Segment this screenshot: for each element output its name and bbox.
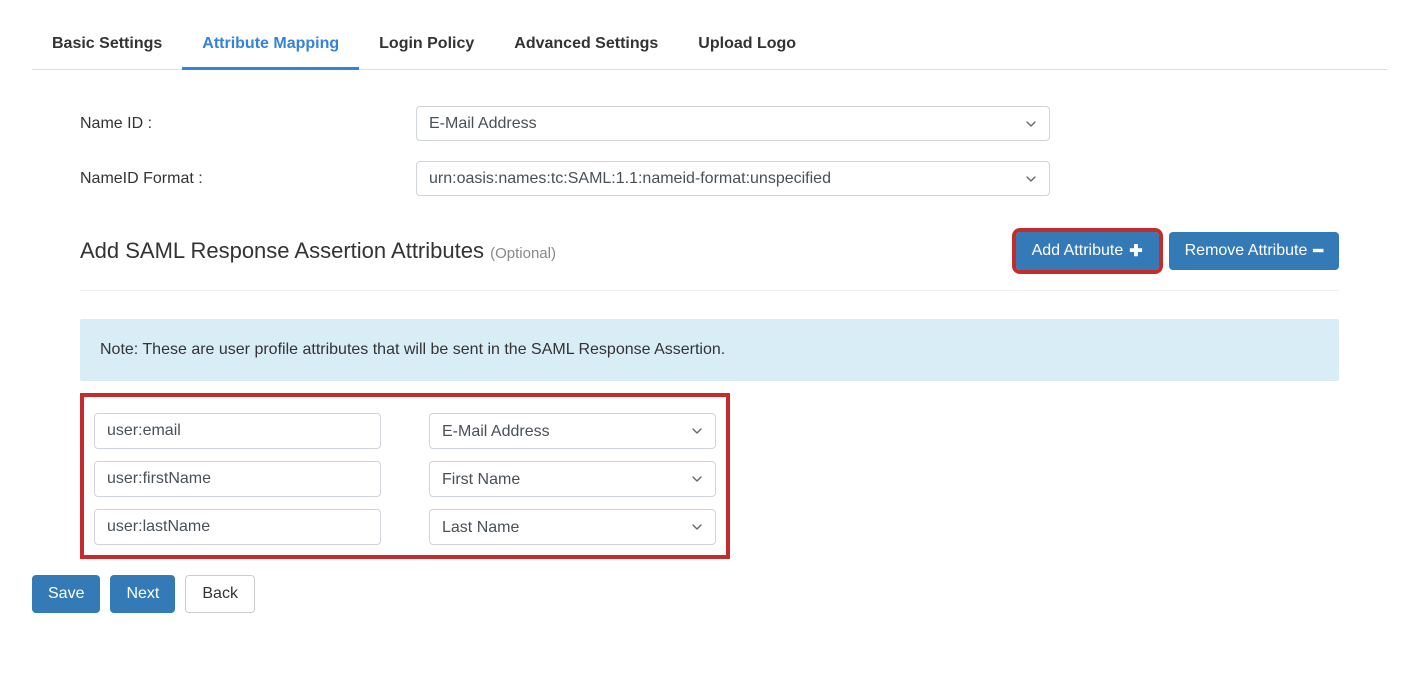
assertion-section-title: Add SAML Response Assertion Attributes (… xyxy=(80,238,556,264)
attribute-value-select[interactable]: Last Name xyxy=(429,509,716,545)
footer-buttons: Save Next Back xyxy=(32,575,1387,613)
attribute-row: Last Name xyxy=(94,509,716,545)
content-area: Name ID : E-Mail Address NameID Format :… xyxy=(32,106,1387,559)
note-box: Note: These are user profile attributes … xyxy=(80,319,1339,381)
attribute-key-input[interactable] xyxy=(94,509,381,545)
nameid-format-label: NameID Format : xyxy=(80,170,416,188)
nameid-label: Name ID : xyxy=(80,115,416,133)
nameid-row: Name ID : E-Mail Address xyxy=(80,106,1339,141)
next-button[interactable]: Next xyxy=(110,575,175,613)
back-button[interactable]: Back xyxy=(185,575,255,613)
attribute-mapping-box: E-Mail Address First Name Last Name xyxy=(80,393,730,559)
attribute-key-input[interactable] xyxy=(94,413,381,449)
save-button[interactable]: Save xyxy=(32,575,100,613)
add-attribute-button[interactable]: Add Attribute ✚ xyxy=(1016,232,1159,270)
assertion-title-text: Add SAML Response Assertion Attributes xyxy=(80,238,484,263)
tab-advanced-settings[interactable]: Advanced Settings xyxy=(494,21,678,70)
minus-icon: ━ xyxy=(1313,241,1323,261)
remove-attribute-button[interactable]: Remove Attribute ━ xyxy=(1169,232,1339,270)
assertion-optional-text: (Optional) xyxy=(490,245,556,262)
attribute-row: First Name xyxy=(94,461,716,497)
attribute-value-select[interactable]: First Name xyxy=(429,461,716,497)
nameid-format-select[interactable]: urn:oasis:names:tc:SAML:1.1:nameid-forma… xyxy=(416,161,1050,196)
tab-upload-logo[interactable]: Upload Logo xyxy=(678,21,816,70)
tab-login-policy[interactable]: Login Policy xyxy=(359,21,494,70)
tab-basic-settings[interactable]: Basic Settings xyxy=(32,21,182,70)
assertion-buttons: Add Attribute ✚ Remove Attribute ━ xyxy=(1016,232,1339,270)
attribute-key-input[interactable] xyxy=(94,461,381,497)
attribute-value-select[interactable]: E-Mail Address xyxy=(429,413,716,449)
remove-attribute-label: Remove Attribute xyxy=(1185,242,1308,260)
nameid-select[interactable]: E-Mail Address xyxy=(416,106,1050,141)
plus-icon: ✚ xyxy=(1129,241,1142,261)
tabs-bar: Basic Settings Attribute Mapping Login P… xyxy=(32,20,1387,70)
attribute-row: E-Mail Address xyxy=(94,413,716,449)
assertion-section-header: Add SAML Response Assertion Attributes (… xyxy=(80,232,1339,291)
add-attribute-label: Add Attribute xyxy=(1032,242,1124,260)
tab-attribute-mapping[interactable]: Attribute Mapping xyxy=(182,21,359,70)
nameid-format-row: NameID Format : urn:oasis:names:tc:SAML:… xyxy=(80,161,1339,196)
